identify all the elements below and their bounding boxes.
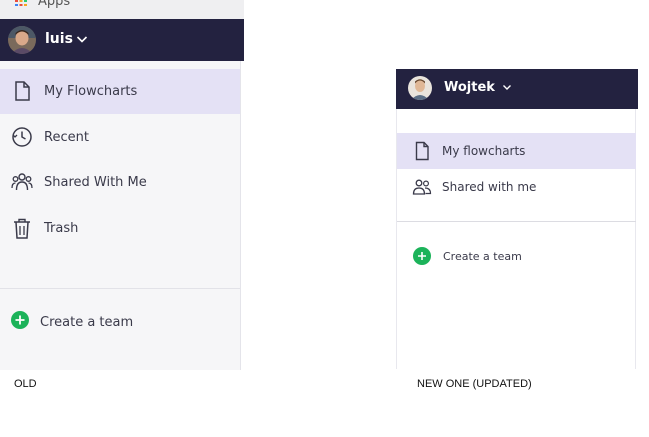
clock-icon [12, 127, 32, 147]
create-team-button[interactable]: Create a team [0, 306, 240, 336]
divider [397, 221, 636, 222]
sidebar-item-label: Trash [44, 221, 79, 236]
chevron-down-icon[interactable] [502, 83, 512, 92]
old-user-header[interactable]: luis [0, 19, 244, 61]
new-user-header[interactable]: Wojtek [396, 69, 638, 109]
apps-bar[interactable]: Apps [0, 0, 244, 19]
plus-circle-icon [413, 247, 431, 265]
create-team-label: Create a team [443, 250, 522, 263]
people-icon [11, 173, 33, 191]
sidebar-item-label: My Flowcharts [44, 84, 138, 99]
avatar [408, 76, 432, 100]
divider [0, 288, 240, 289]
trash-icon [14, 218, 30, 239]
avatar-photo-icon [408, 76, 432, 100]
sidebar-item-my-flowcharts[interactable]: My Flowcharts [0, 69, 240, 114]
apps-grid-icon [15, 0, 27, 6]
create-team-button[interactable]: Create a team [397, 244, 636, 268]
sidebar-item-label: Recent [44, 130, 89, 145]
sidebar-item-label: Shared With Me [44, 175, 147, 190]
sidebar-item-my-flowcharts[interactable]: My flowcharts [397, 133, 636, 169]
sidebar-item-label: Shared with me [442, 180, 537, 194]
sidebar-item-trash[interactable]: Trash [0, 206, 240, 251]
new-sidebar-body: My flowcharts Shared with me Create a te… [396, 109, 636, 369]
create-team-label: Create a team [40, 315, 134, 330]
plus-circle-icon [11, 311, 29, 329]
document-icon [415, 141, 429, 161]
people-icon [412, 179, 432, 195]
chevron-down-icon[interactable] [76, 34, 88, 44]
sidebar-item-shared-with-me[interactable]: Shared with me [397, 169, 636, 205]
sidebar-item-recent[interactable]: Recent [0, 115, 240, 160]
old-sidebar-body: My Flowcharts Recent Shared With Me Tras… [0, 61, 241, 370]
avatar-photo-icon [8, 26, 36, 54]
document-icon [15, 81, 30, 101]
sidebar-item-label: My flowcharts [442, 144, 526, 158]
new-caption: NEW ONE (UPDATED) [417, 378, 532, 390]
new-sidebar: Wojtek My flowcharts Shared with me Crea… [396, 69, 638, 369]
avatar [8, 26, 36, 54]
old-sidebar: Apps luis My Flowcharts Recent Shared Wi… [0, 0, 244, 370]
user-name: luis [45, 31, 73, 47]
sidebar-item-shared-with-me[interactable]: Shared With Me [0, 160, 240, 205]
apps-label: Apps [38, 0, 71, 9]
old-caption: OLD [14, 378, 37, 390]
user-name: Wojtek [444, 80, 495, 95]
